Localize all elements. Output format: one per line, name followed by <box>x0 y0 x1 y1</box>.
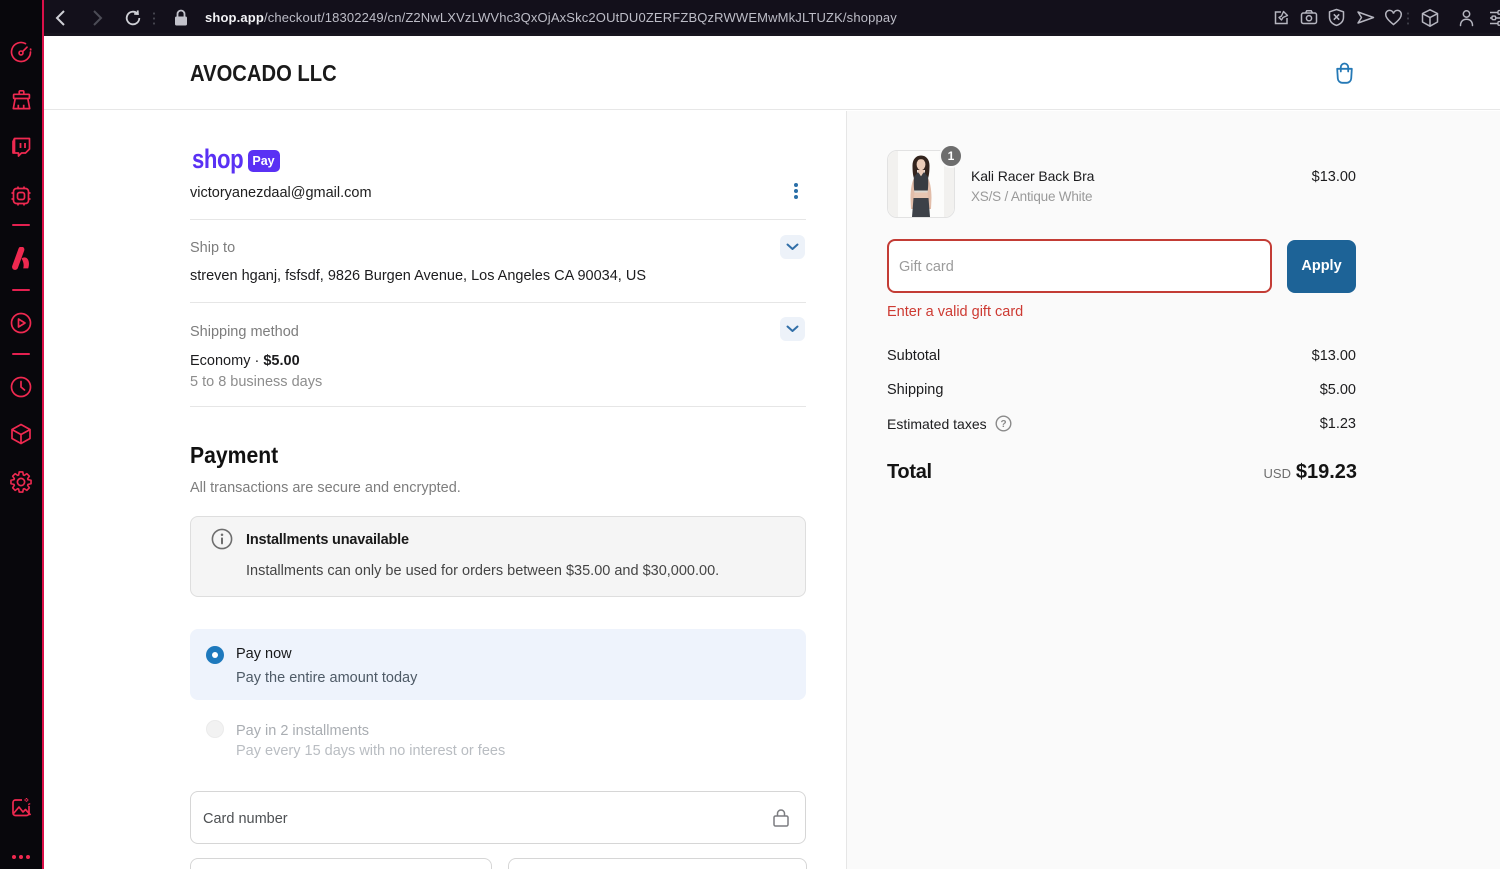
svg-text:?: ? <box>1000 419 1006 430</box>
